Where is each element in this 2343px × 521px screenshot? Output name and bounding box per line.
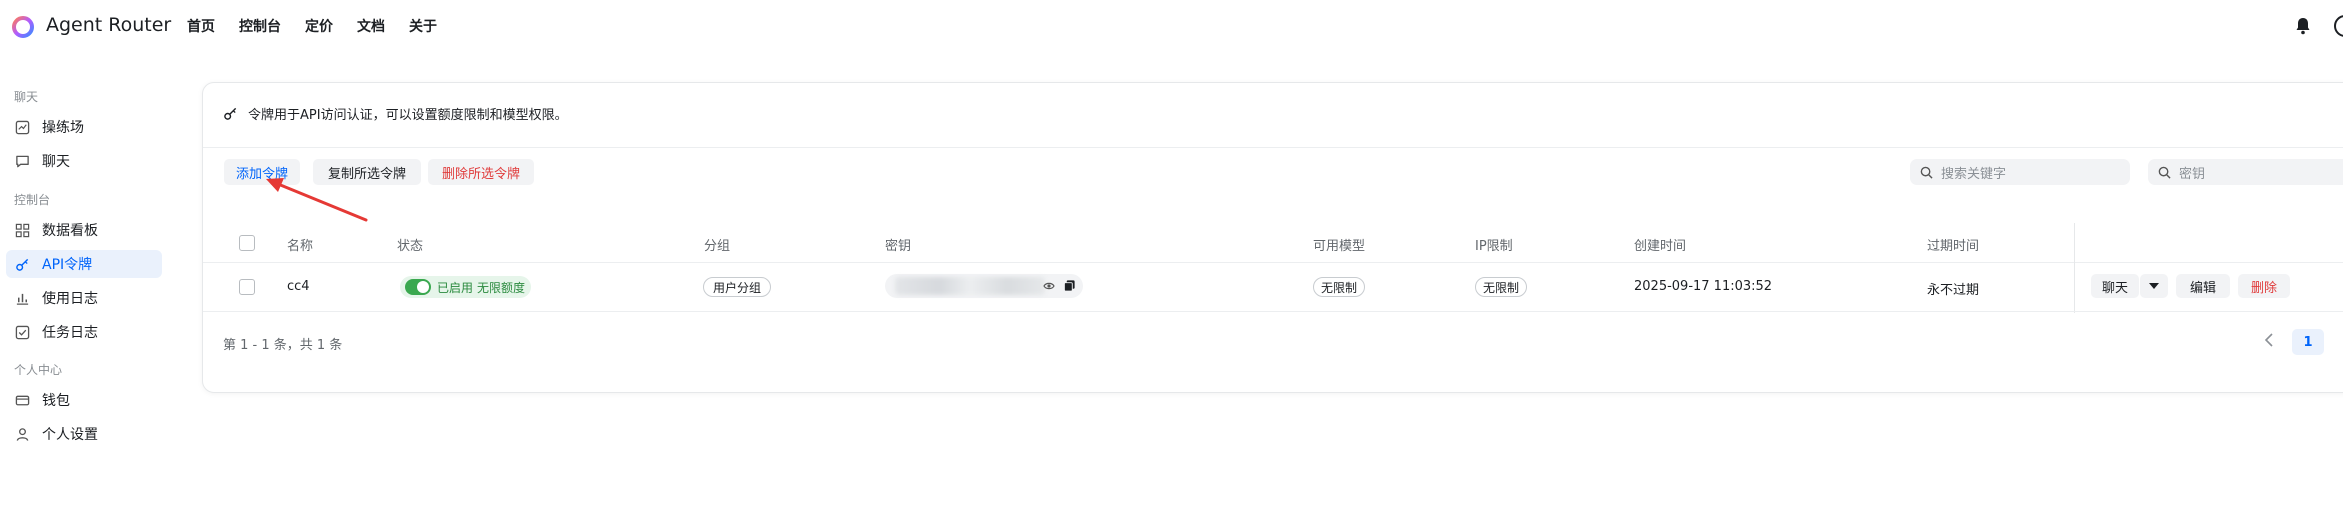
eye-icon[interactable] [1043,280,1055,292]
sidebar-item-label: 个人设置 [42,427,98,443]
sidebar-item-playground[interactable]: 操练场 [6,113,162,141]
status-text: 已启用 [437,280,474,295]
group-tag: 用户分组 [703,277,771,297]
divider [203,311,2343,312]
top-header: Agent Router 首页 控制台 定价 文档 关于 [0,0,2343,54]
chat-icon [14,153,30,169]
status-badge: 已启用 无限额度 [400,276,531,298]
keyword-search-placeholder: 搜索关键字 [1941,166,2007,182]
divider [203,147,2343,148]
sidebar-item-wallet[interactable]: 钱包 [6,386,162,414]
search-icon [1920,166,1933,179]
models-tag: 无限制 [1313,277,1365,297]
app-logo-icon[interactable] [12,16,34,38]
sidebar-item-personal-settings[interactable]: 个人设置 [6,420,162,448]
copy-icon[interactable] [1063,279,1076,292]
task-check-icon [14,324,30,340]
sidebar-item-task-log[interactable]: 任务日志 [6,318,162,346]
nav-home[interactable]: 首页 [187,16,215,36]
sidebar-item-label: 数据看板 [42,223,98,239]
quota-text: 无限额度 [477,280,526,295]
top-nav: 首页 控制台 定价 文档 关于 [187,16,461,36]
sidebar-section-console: 控制台 [14,193,51,207]
column-header-status: 状态 [397,239,424,254]
bar-chart-icon [14,290,30,306]
key-icon [224,107,237,120]
prev-page-button[interactable] [2259,330,2279,350]
brand-name[interactable]: Agent Router [46,14,171,36]
edit-button[interactable]: 编辑 [2176,274,2230,298]
nav-docs[interactable]: 文档 [357,16,385,36]
token-notice: 令牌用于API访问认证，可以设置额度限制和模型权限。 [223,104,568,123]
notice-text: 令牌用于API访问认证，可以设置额度限制和模型权限。 [248,108,568,123]
key-search-input[interactable]: 密钥 [2148,159,2343,185]
nav-console[interactable]: 控制台 [239,16,281,36]
sidebar-item-label: 任务日志 [42,325,98,341]
annotation-arrow [266,178,368,222]
nav-pricing[interactable]: 定价 [305,16,333,36]
dashboard-icon [14,222,30,238]
column-header-key: 密钥 [885,239,912,254]
sidebar-section-chat: 聊天 [14,90,39,104]
sidebar-section-personal: 个人中心 [14,363,63,377]
sidebar-item-chat[interactable]: 聊天 [6,147,162,175]
delete-button[interactable]: 删除 [2238,274,2290,298]
divider [203,262,2343,263]
sidebar-item-label: 聊天 [42,154,70,170]
expire-time: 永不过期 [1927,283,1980,298]
page-button-current[interactable]: 1 [2292,329,2324,355]
created-time: 2025-09-17 11:03:52 [1634,279,1773,294]
key-icon [14,256,30,272]
nav-about[interactable]: 关于 [409,16,437,36]
column-header-expires: 过期时间 [1927,239,1980,254]
ip-limit-tag: 无限制 [1475,277,1527,297]
sidebar-item-label: 钱包 [42,393,70,409]
enable-toggle[interactable] [405,279,431,295]
user-avatar-icon[interactable] [2334,15,2343,37]
chat-button[interactable]: 聊天 [2091,274,2139,298]
sidebar-item-label: API令牌 [42,257,93,273]
keyword-search-input[interactable]: 搜索关键字 [1910,159,2130,185]
sidebar-item-api-tokens[interactable]: API令牌 [6,250,162,278]
token-key-field [885,274,1083,298]
wallet-icon [14,392,30,408]
table-header [203,226,2343,262]
token-name: cc4 [287,279,310,294]
sidebar-item-usage-log[interactable]: 使用日志 [6,284,162,312]
chat-dropdown-button[interactable] [2140,274,2168,298]
column-header-created: 创建时间 [1634,239,1687,254]
pagination-summary: 第 1 - 1 条，共 1 条 [223,338,343,353]
sidebar-item-label: 操练场 [42,120,84,136]
select-all-checkbox[interactable] [239,235,255,251]
playground-icon [14,119,30,135]
column-header-group: 分组 [704,239,731,254]
sidebar-item-dashboard[interactable]: 数据看板 [6,216,162,244]
user-icon [14,426,30,442]
column-header-models: 可用模型 [1313,239,1366,254]
column-divider [2074,223,2075,313]
search-icon [2158,166,2171,179]
chevron-left-icon [2264,333,2273,347]
column-header-ip-limit: IP限制 [1475,239,1513,254]
masked-key [895,277,1045,295]
column-header-name: 名称 [287,239,314,254]
sidebar-item-label: 使用日志 [42,291,98,307]
delete-selected-tokens-button[interactable]: 删除所选令牌 [428,159,534,185]
caret-down-icon [2149,283,2159,289]
row-checkbox[interactable] [239,279,255,295]
key-search-placeholder: 密钥 [2179,166,2206,182]
notification-bell-icon[interactable] [2293,16,2313,36]
